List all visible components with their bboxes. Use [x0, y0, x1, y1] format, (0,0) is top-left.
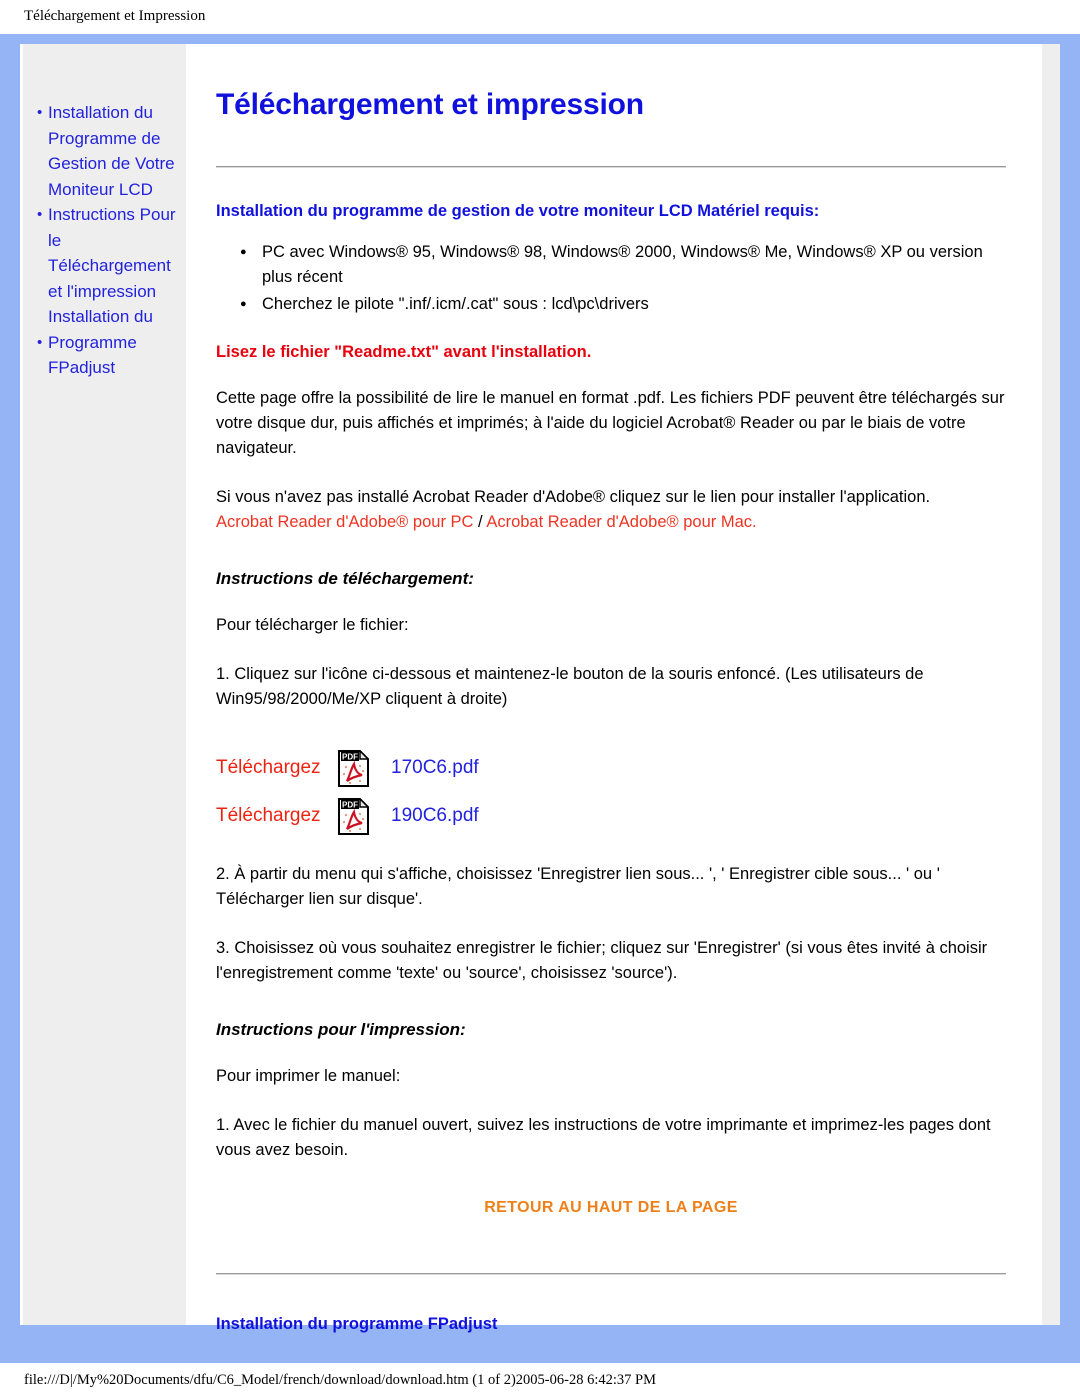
back-to-top-link[interactable]: RETOUR AU HAUT DE LA PAGE — [484, 1199, 738, 1216]
download-step-2: 2. À partir du menu qui s'affiche, chois… — [216, 865, 940, 908]
page-canvas: Installation du Programme de Gestion de … — [20, 44, 1060, 1333]
svg-text:PDF: PDF — [342, 800, 358, 809]
download-instructions-heading: Instructions de téléchargement: — [216, 569, 474, 588]
acrobat-reader-pc-link[interactable]: Acrobat Reader d'Adobe® pour PC — [216, 513, 473, 531]
print-instructions-heading: Instructions pour l'impression: — [216, 1020, 466, 1039]
download-links-block: Téléchargez PDF 170C6.pdf Téléchargez PD… — [216, 746, 1006, 838]
print-header-title: Téléchargement et Impression — [24, 7, 206, 24]
requirement-item: PC avec Windows® 95, Windows® 98, Window… — [240, 239, 1006, 290]
download-file-name[interactable]: 170C6.pdf — [391, 757, 479, 779]
sidebar-navigation: Installation du Programme de Gestion de … — [20, 44, 186, 1325]
download-row-170c6: Téléchargez PDF 170C6.pdf — [216, 746, 1006, 790]
print-footer-url: file:///D|/My%20Documents/dfu/C6_Model/f… — [24, 1371, 656, 1388]
acrobat-intro-text: Si vous n'avez pas installé Acrobat Read… — [216, 488, 931, 506]
svg-text:PDF: PDF — [342, 752, 358, 761]
paragraph-acrobat-info: Si vous n'avez pas installé Acrobat Read… — [216, 485, 1006, 535]
page-frame-border: Installation du Programme de Gestion de … — [0, 34, 1080, 1363]
sidebar-item-download-print-instructions[interactable]: Instructions Pour le Téléchargement et l… — [37, 202, 180, 330]
section-heading-fpadjust: Installation du programme FPadjust — [216, 1315, 498, 1333]
download-intro-text: Pour télécharger le fichier: — [216, 616, 409, 634]
sidebar-list: Installation du Programme de Gestion de … — [23, 100, 186, 381]
title-divider — [216, 166, 1006, 168]
pdf-icon[interactable]: PDF — [338, 748, 370, 787]
link-separator: / — [473, 513, 487, 531]
section-heading-hardware-requirements: Installation du programme de gestion de … — [216, 202, 820, 220]
sidebar-item-fpadjust[interactable]: Programme FPadjust — [37, 330, 180, 381]
readme-warning: Lisez le fichier "Readme.txt" avant l'in… — [216, 343, 592, 361]
download-step-1: 1. Cliquez sur l'icône ci-dessous et mai… — [216, 665, 924, 708]
print-intro-text: Pour imprimer le manuel: — [216, 1067, 401, 1085]
main-content: Téléchargement et impression Installatio… — [186, 44, 1060, 1333]
browser-print-header: Téléchargement et Impression — [0, 0, 1080, 32]
paragraph-pdf-info: Cette page offre la possibilité de lire … — [216, 389, 1005, 457]
pdf-icon[interactable]: PDF — [338, 796, 370, 835]
browser-print-footer: file:///D|/My%20Documents/dfu/C6_Model/f… — [0, 1363, 1080, 1397]
acrobat-reader-mac-link[interactable]: Acrobat Reader d'Adobe® pour Mac. — [486, 513, 756, 531]
print-step-1: 1. Avec le fichier du manuel ouvert, sui… — [216, 1116, 991, 1159]
back-to-top-container: RETOUR AU HAUT DE LA PAGE — [216, 1199, 1006, 1217]
download-action-label[interactable]: Téléchargez — [216, 805, 338, 827]
requirements-list: PC avec Windows® 95, Windows® 98, Window… — [216, 239, 1006, 317]
sidebar-item-install-driver[interactable]: Installation du Programme de Gestion de … — [37, 100, 180, 202]
page-title: Téléchargement et impression — [216, 88, 644, 121]
download-row-190c6: Téléchargez PDF 190C6.pdf — [216, 794, 1006, 838]
download-file-name[interactable]: 190C6.pdf — [391, 805, 479, 827]
footer-divider — [216, 1273, 1006, 1275]
requirement-item: Cherchez le pilote ".inf/.icm/.cat" sous… — [240, 291, 1006, 317]
download-step-3: 3. Choisissez où vous souhaitez enregist… — [216, 939, 988, 982]
download-action-label[interactable]: Téléchargez — [216, 757, 338, 779]
